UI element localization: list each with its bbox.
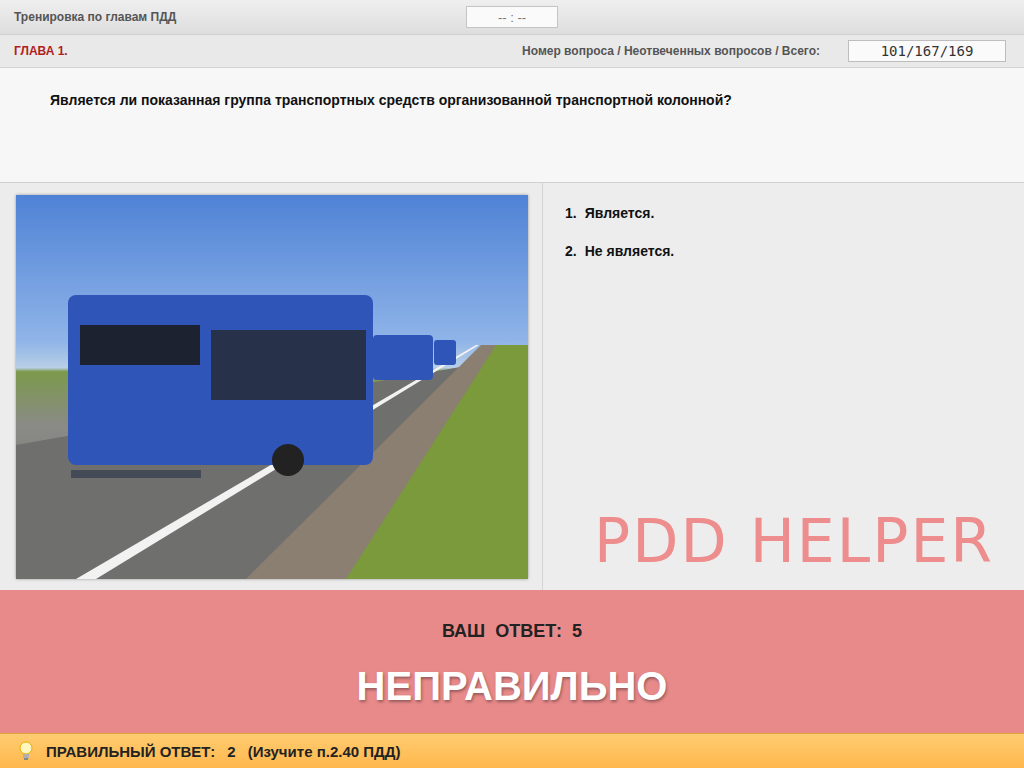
hint-bar: ПРАВИЛЬНЫЙ ОТВЕТ: 2 (Изучите п.2.40 ПДД) <box>0 733 1024 768</box>
question-counter: 101/167/169 <box>848 40 1006 62</box>
counter-label: Номер вопроса / Неотвеченных вопросов / … <box>522 44 820 58</box>
lightbulb-icon <box>18 741 34 761</box>
answer-text: Является. <box>585 205 655 221</box>
bus-photo-icon <box>16 195 528 579</box>
correct-answer-label: ПРАВИЛЬНЫЙ ОТВЕТ: <box>46 743 215 760</box>
main-area: 1. Является. 2. Не является. PDD HELPER <box>0 183 1024 590</box>
question-photo <box>16 195 528 579</box>
answer-number: 2. <box>565 243 577 259</box>
answer-text: Не является. <box>585 243 675 259</box>
chapter-label: ГЛАВА 1. <box>14 44 68 58</box>
chapter-bar: ГЛАВА 1. Номер вопроса / Неотвеченных воп… <box>0 35 1024 68</box>
header-title: Тренировка по главам ПДД <box>14 10 176 24</box>
timer: -- : -- <box>466 6 558 28</box>
header-bar: Тренировка по главам ПДД -- : -- <box>0 0 1024 35</box>
correct-answer-value: 2 <box>227 743 235 760</box>
your-answer-label: ВАШ ОТВЕТ: <box>442 621 562 642</box>
your-answer: ВАШ ОТВЕТ: 5 <box>442 621 582 642</box>
answers-panel: 1. Является. 2. Не является. PDD HELPER <box>543 183 1024 590</box>
question-panel: Является ли показанная группа транспортн… <box>0 68 1024 183</box>
question-text: Является ли показанная группа транспортн… <box>50 92 1004 108</box>
answer-option[interactable]: 1. Является. <box>565 203 1002 223</box>
rule-reference: (Изучите п.2.40 ПДД) <box>248 743 401 760</box>
image-panel <box>0 183 543 590</box>
answer-option[interactable]: 2. Не является. <box>565 241 1002 261</box>
result-panel: ВАШ ОТВЕТ: 5 НЕПРАВИЛЬНО <box>0 590 1024 733</box>
your-answer-value: 5 <box>572 621 582 642</box>
verdict: НЕПРАВИЛЬНО <box>357 664 668 709</box>
watermark: PDD HELPER <box>594 506 994 576</box>
answer-number: 1. <box>565 205 577 221</box>
